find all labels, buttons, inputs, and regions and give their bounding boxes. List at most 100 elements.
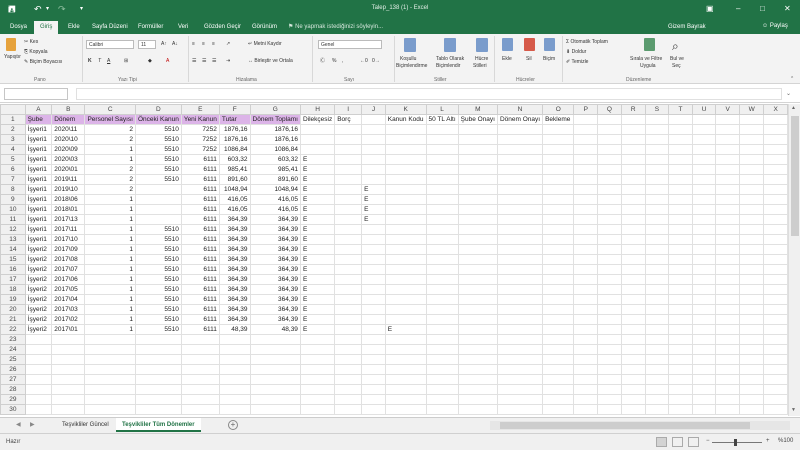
cell[interactable] [425, 334, 459, 345]
cell[interactable]: 6111 [180, 184, 220, 195]
cell[interactable]: 2017\02 [51, 314, 86, 325]
cell[interactable] [668, 284, 693, 295]
cell[interactable] [24, 404, 53, 415]
cell[interactable] [425, 324, 459, 335]
cell[interactable] [763, 244, 788, 255]
cell[interactable] [361, 304, 386, 315]
cell[interactable] [739, 164, 765, 175]
cell[interactable] [249, 364, 301, 375]
scroll-up-icon[interactable]: ▲ [791, 105, 796, 111]
page-break-view-icon[interactable] [688, 437, 699, 447]
cell[interactable] [384, 254, 427, 265]
cell[interactable] [334, 244, 363, 255]
cell[interactable]: E [299, 304, 336, 315]
cell[interactable] [457, 304, 498, 315]
cell[interactable] [620, 374, 646, 385]
cell[interactable] [218, 364, 251, 375]
cell[interactable] [84, 394, 136, 405]
bold-button[interactable]: K [88, 58, 92, 64]
cell[interactable] [384, 374, 427, 385]
cell[interactable] [668, 384, 693, 395]
cell[interactable] [644, 314, 670, 325]
cell[interactable] [384, 224, 427, 235]
cell[interactable]: E [299, 234, 336, 245]
cell[interactable] [644, 144, 670, 155]
cell[interactable]: 364,39 [249, 284, 301, 295]
cell[interactable] [457, 264, 498, 275]
cell[interactable]: E [384, 324, 427, 335]
cell[interactable] [763, 394, 788, 405]
autosum-button[interactable]: Σ Otomatik Toplam [566, 39, 608, 45]
cell[interactable] [715, 244, 741, 255]
cell[interactable]: 2018\06 [51, 194, 86, 205]
cell[interactable] [573, 404, 599, 415]
cell[interactable] [496, 144, 544, 155]
save-icon[interactable]: 🖪 [8, 3, 16, 15]
fill-color-icon[interactable]: ◆ [148, 58, 152, 64]
header-cell[interactable]: Kanun Kodu [384, 114, 427, 125]
row-header[interactable]: 2 [0, 124, 26, 135]
cell[interactable] [597, 284, 622, 295]
cell[interactable] [620, 394, 646, 405]
cell[interactable]: 1 [84, 274, 136, 285]
cell[interactable] [496, 204, 544, 215]
cell[interactable] [457, 404, 498, 415]
cell[interactable] [134, 344, 182, 355]
cell[interactable]: E [299, 214, 336, 225]
cell[interactable]: İşyeri2 [24, 314, 53, 325]
cell[interactable] [457, 124, 498, 135]
cell[interactable] [644, 184, 670, 195]
cell[interactable] [715, 314, 741, 325]
cell[interactable] [180, 374, 220, 385]
cell[interactable] [715, 164, 741, 175]
percent-icon[interactable]: % [332, 58, 336, 64]
cell[interactable] [425, 144, 459, 155]
cell[interactable] [691, 284, 717, 295]
cell[interactable] [361, 324, 386, 335]
cell[interactable] [597, 224, 622, 235]
cell[interactable] [668, 224, 693, 235]
cell[interactable] [763, 284, 788, 295]
cell[interactable] [134, 384, 182, 395]
header-cell[interactable] [763, 114, 788, 125]
cell[interactable] [573, 394, 599, 405]
cell[interactable] [249, 334, 301, 345]
header-cell[interactable]: Bekleme [542, 114, 575, 125]
row-header[interactable]: 25 [0, 354, 26, 365]
cell[interactable] [715, 124, 741, 135]
name-box[interactable] [4, 88, 68, 100]
cell[interactable]: İşyeri1 [24, 154, 53, 165]
cell[interactable] [763, 314, 788, 325]
cell[interactable] [644, 204, 670, 215]
align-center-icon[interactable]: ☰ [202, 58, 206, 64]
cell[interactable] [496, 254, 544, 265]
italic-button[interactable]: T [98, 58, 101, 64]
cell[interactable]: 364,39 [249, 264, 301, 275]
cell[interactable] [597, 314, 622, 325]
cell[interactable]: 5510 [134, 164, 182, 175]
cell[interactable] [457, 164, 498, 175]
cell[interactable] [739, 334, 765, 345]
cell[interactable] [668, 164, 693, 175]
cell[interactable]: İşyeri2 [24, 254, 53, 265]
cell[interactable] [763, 214, 788, 225]
cell[interactable] [542, 274, 575, 285]
cell[interactable] [739, 234, 765, 245]
cell[interactable] [425, 164, 459, 175]
find-select-label-2[interactable]: Seç [672, 63, 681, 69]
cell[interactable] [644, 334, 670, 345]
cell[interactable] [496, 134, 544, 145]
cell[interactable] [668, 254, 693, 265]
cell[interactable] [668, 194, 693, 205]
row-header[interactable]: 29 [0, 394, 26, 405]
cell[interactable] [715, 394, 741, 405]
cell[interactable] [361, 254, 386, 265]
cell[interactable] [715, 254, 741, 265]
cell[interactable] [597, 324, 622, 335]
sheet-prev-icon[interactable]: ◀ [16, 421, 21, 428]
cell[interactable] [542, 134, 575, 145]
cell[interactable] [457, 184, 498, 195]
cell[interactable]: 1876,16 [249, 124, 301, 135]
zoom-level[interactable]: %100 [778, 438, 793, 444]
cell[interactable] [180, 344, 220, 355]
